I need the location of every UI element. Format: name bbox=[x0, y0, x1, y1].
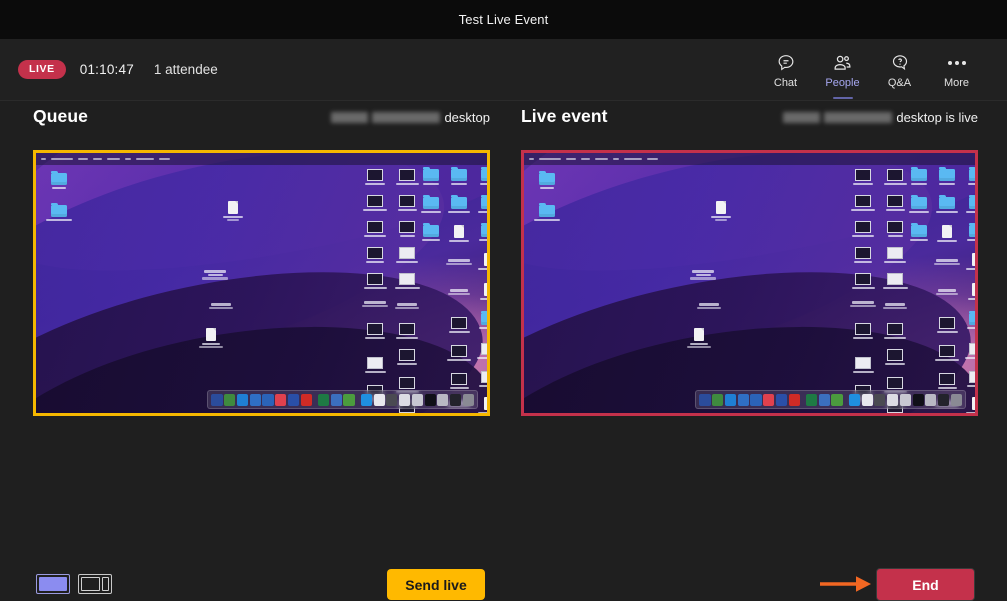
queue-video-preview[interactable] bbox=[33, 150, 490, 416]
desktop-icon-label bbox=[688, 268, 718, 280]
live-source-label: desktop is live bbox=[783, 110, 978, 125]
layout-option-split[interactable] bbox=[78, 574, 112, 594]
document-icon bbox=[716, 201, 726, 214]
desktop-icon-document bbox=[706, 201, 736, 222]
window-title: Test Live Event bbox=[458, 12, 549, 27]
queue-panel-title: Queue bbox=[33, 106, 88, 126]
live-source-suffix: desktop is live bbox=[896, 110, 978, 125]
window-titlebar: Test Live Event bbox=[0, 0, 1007, 39]
toolbar-button-people[interactable]: People bbox=[814, 50, 871, 99]
desktop-icon-folder bbox=[532, 170, 562, 189]
mac-dock bbox=[695, 390, 966, 410]
layout-toggle-group bbox=[36, 574, 112, 594]
mac-dock bbox=[207, 390, 478, 410]
toolbar-right-group: Chat People Q&A More bbox=[757, 50, 989, 99]
document-icon bbox=[694, 328, 704, 341]
folder-icon bbox=[51, 170, 67, 185]
toolbar-label-chat: Chat bbox=[773, 77, 798, 89]
desktop-icon-folder bbox=[44, 170, 74, 189]
redacted-name-part1 bbox=[331, 112, 369, 123]
desktop-icon-document bbox=[684, 328, 714, 349]
mac-menubar bbox=[36, 153, 487, 165]
active-tab-indicator bbox=[832, 96, 853, 99]
more-icon bbox=[947, 52, 966, 74]
live-video-preview[interactable] bbox=[521, 150, 978, 416]
desktop-screenshare-live bbox=[524, 153, 975, 413]
queue-panel: Queue desktop bbox=[33, 106, 490, 416]
elapsed-timer: 01:10:47 bbox=[79, 62, 134, 77]
layout-split-main-icon bbox=[81, 577, 100, 591]
producer-stage: Queue desktop Live event desktop is live… bbox=[0, 101, 1007, 601]
desktop-screenshare-queue bbox=[36, 153, 487, 413]
send-live-button[interactable]: Send live bbox=[387, 569, 485, 600]
orange-arrow-icon bbox=[820, 576, 871, 592]
queue-source-label: desktop bbox=[331, 110, 490, 125]
live-panel-header: Live event desktop is live bbox=[521, 106, 978, 150]
toolbar-label-more: More bbox=[943, 77, 970, 89]
desktop-icon-folder bbox=[532, 202, 562, 221]
qa-icon bbox=[890, 52, 910, 74]
meeting-toolbar: LIVE 01:10:47 1 attendee Chat People Q&A… bbox=[0, 39, 1007, 101]
desktop-icon-document bbox=[218, 201, 248, 222]
people-icon bbox=[832, 52, 853, 74]
folder-icon bbox=[51, 202, 67, 217]
desktop-icon-folder bbox=[44, 202, 74, 221]
desktop-icon-label bbox=[694, 301, 724, 309]
end-button[interactable]: End bbox=[876, 568, 975, 601]
live-panel-title: Live event bbox=[521, 106, 608, 126]
desktop-icon-document bbox=[196, 328, 226, 349]
toolbar-button-qa[interactable]: Q&A bbox=[871, 50, 928, 89]
mac-menubar bbox=[524, 153, 975, 165]
live-event-panel: Live event desktop is live bbox=[521, 106, 978, 416]
attendee-count: 1 attendee bbox=[153, 62, 218, 77]
desktop-icon-label bbox=[200, 268, 230, 280]
status-badge-live: LIVE bbox=[18, 60, 66, 79]
queue-panel-header: Queue desktop bbox=[33, 106, 490, 150]
chat-icon bbox=[776, 52, 796, 74]
toolbar-label-qa: Q&A bbox=[887, 77, 912, 89]
folder-icon bbox=[539, 170, 555, 185]
toolbar-button-more[interactable]: More bbox=[928, 50, 985, 89]
document-icon bbox=[228, 201, 238, 214]
layout-option-full[interactable] bbox=[36, 574, 70, 594]
redacted-name-part2 bbox=[372, 112, 441, 123]
layout-full-icon bbox=[39, 577, 67, 591]
toolbar-button-chat[interactable]: Chat bbox=[757, 50, 814, 89]
desktop-icon-label bbox=[206, 301, 236, 309]
document-icon bbox=[206, 328, 216, 341]
layout-split-side-icon bbox=[101, 577, 109, 591]
toolbar-label-people: People bbox=[825, 77, 860, 89]
folder-icon bbox=[539, 202, 555, 217]
redacted-name-part2 bbox=[824, 112, 893, 123]
toolbar-left-group: LIVE 01:10:47 1 attendee bbox=[18, 60, 218, 79]
redacted-name-part1 bbox=[783, 112, 821, 123]
queue-source-suffix: desktop bbox=[444, 110, 490, 125]
